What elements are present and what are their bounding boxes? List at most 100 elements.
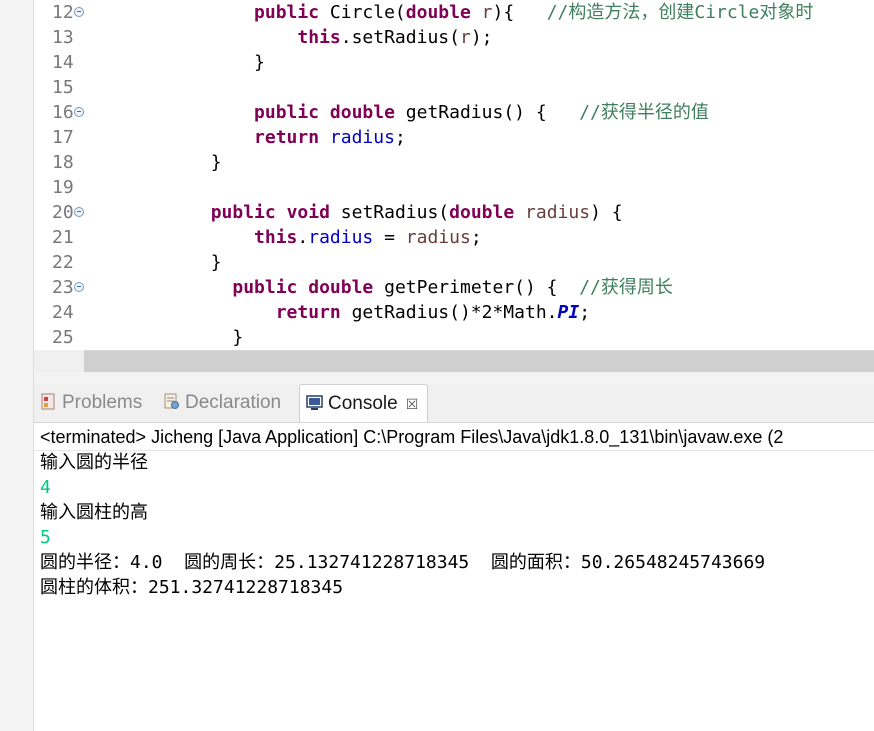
line-number: 20 [52, 202, 74, 223]
code-token: setRadius( [329, 202, 450, 223]
line-number: 15 [52, 77, 74, 98]
code-line[interactable]: 13 this.setRadius(r); [34, 25, 874, 50]
code-line[interactable]: 25 } [34, 325, 874, 350]
code-text: } [124, 325, 243, 350]
console-output[interactable]: <terminated> Jicheng [Java Application] … [34, 423, 874, 731]
code-text: public Circle(double r){ //构造方法，创建Circle… [124, 0, 813, 25]
fold-toggle-icon[interactable] [74, 107, 84, 117]
close-tab-icon[interactable]: ☒ [406, 396, 419, 412]
fold-toggle-icon[interactable] [74, 207, 84, 217]
code-line[interactable]: 19 [34, 175, 874, 200]
declaration-icon [164, 393, 179, 409]
code-token: r [459, 27, 471, 48]
line-number: 12 [52, 2, 74, 23]
code-token: return [275, 302, 341, 323]
code-token: //获得半径的值 [579, 102, 709, 123]
line-number: 19 [52, 177, 74, 198]
tab-declaration[interactable]: Declaration [163, 384, 281, 422]
code-line[interactable]: 22 } [34, 250, 874, 275]
code-token: r [481, 2, 493, 23]
code-text: public double getPerimeter() { //获得周长 [124, 275, 673, 300]
code-token: .setRadius( [340, 27, 460, 48]
code-token: double [405, 2, 471, 23]
code-line[interactable]: 17 return radius; [34, 125, 874, 150]
console-output-line: 圆的半径：4.0 圆的周长：25.132741228718345 圆的面积：50… [40, 552, 766, 573]
bottom-panel-tabbar: Problems Declaration Console ☒ [34, 384, 874, 423]
code-token: } [124, 52, 265, 73]
code-editor[interactable]: 12 public Circle(double r){ //构造方法，创建Cir… [34, 0, 874, 350]
tab-console[interactable]: Console ☒ [299, 384, 429, 422]
code-token: radius [308, 227, 374, 248]
horizontal-scrollbar[interactable] [84, 350, 874, 373]
code-token: double [308, 277, 374, 298]
code-line[interactable]: 24 return getRadius()*2*Math.PI; [34, 300, 874, 325]
terminated-status: <terminated> Jicheng [Java Application] … [40, 427, 784, 447]
code-line[interactable]: 14 } [34, 50, 874, 75]
line-number: 16 [52, 102, 74, 123]
code-line[interactable]: 23 public double getPerimeter() { //获得周长 [34, 275, 874, 300]
code-token: ; [470, 227, 482, 248]
code-token: void [286, 202, 330, 223]
code-token: ; [394, 127, 406, 148]
code-text: public void setRadius(double radius) { [124, 200, 623, 225]
code-token: getRadius() { [394, 102, 580, 123]
code-line[interactable]: 18 } [34, 150, 874, 175]
code-token: public [232, 277, 298, 298]
code-text: public double getRadius() { //获得半径的值 [124, 100, 709, 125]
code-token: public [210, 202, 276, 223]
code-token: radius [329, 127, 395, 148]
line-number: 17 [52, 127, 74, 148]
code-token: radius [405, 227, 471, 248]
line-number: 24 [52, 302, 74, 323]
code-token: } [124, 327, 244, 348]
line-number: 25 [52, 327, 74, 348]
code-text: return radius; [124, 125, 406, 150]
problems-icon [41, 393, 55, 410]
line-number: 18 [52, 152, 74, 173]
code-token: ) { [590, 202, 623, 223]
code-token: } [124, 252, 222, 273]
code-token: . [297, 227, 309, 248]
console-output-line: 输入圆柱的高 [40, 502, 148, 523]
code-token: getPerimeter() { [373, 277, 580, 298]
code-text: } [124, 150, 222, 175]
code-token: public [254, 102, 320, 123]
console-icon [306, 395, 323, 410]
code-text: return getRadius()*2*Math.PI; [124, 300, 590, 325]
tab-problems[interactable]: Problems [40, 384, 142, 422]
line-number: 23 [52, 277, 74, 298]
panel-separator [34, 372, 874, 384]
tab-console-label: Console [328, 393, 398, 414]
console-user-input: 4 [40, 477, 51, 498]
code-token: getRadius()*2*Math. [340, 302, 558, 323]
fold-toggle-icon[interactable] [74, 282, 84, 292]
console-output-line: 圆柱的体积：251.32741228718345 [40, 577, 344, 598]
code-line[interactable]: 12 public Circle(double r){ //构造方法，创建Cir… [34, 0, 874, 25]
code-text: } [124, 50, 265, 75]
left-margin-strip [0, 0, 34, 731]
code-line[interactable]: 21 this.radius = radius; [34, 225, 874, 250]
code-line[interactable]: 15 [34, 75, 874, 100]
code-token: ; [579, 302, 591, 323]
code-line[interactable]: 20 public void setRadius(double radius) … [34, 200, 874, 225]
fold-toggle-icon[interactable] [74, 7, 84, 17]
tab-problems-label: Problems [62, 392, 143, 413]
code-line[interactable]: 16 public double getRadius() { //获得半径的值 [34, 100, 874, 125]
scrollbar-left-area [34, 350, 84, 372]
console-header-divider [34, 450, 874, 451]
code-token: ); [470, 27, 493, 48]
code-token: radius [525, 202, 591, 223]
code-token: } [124, 152, 222, 173]
